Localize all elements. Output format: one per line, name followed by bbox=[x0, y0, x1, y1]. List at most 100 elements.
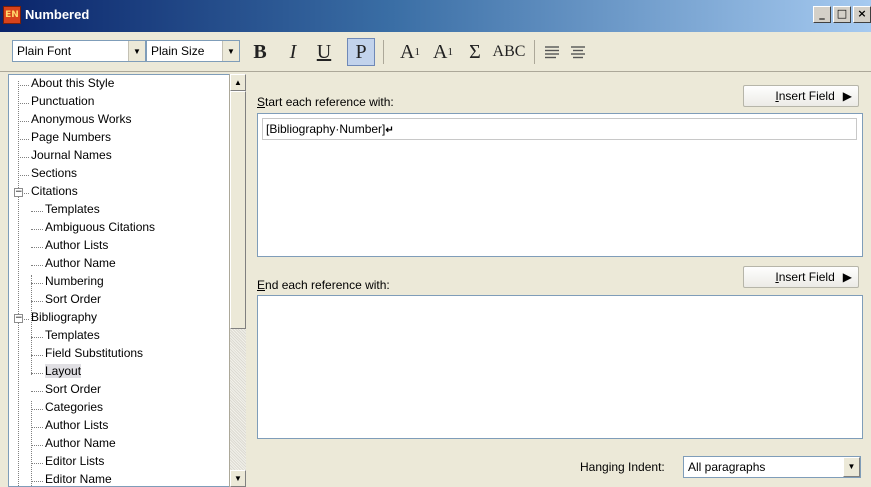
tree-line bbox=[31, 229, 43, 230]
tree-item[interactable]: Editor Name bbox=[45, 472, 112, 486]
tree-line bbox=[18, 81, 19, 486]
formatting-toolbar: Plain Font ▼ Plain Size ▼ B I U P A1 A1 … bbox=[0, 32, 871, 72]
tree-line bbox=[31, 481, 43, 482]
superscript-button[interactable]: A1 bbox=[395, 38, 425, 66]
tree-item[interactable]: Anonymous Works bbox=[31, 112, 131, 130]
tree-item[interactable]: Editor Lists bbox=[45, 454, 104, 472]
font-combo[interactable]: Plain Font ▼ bbox=[12, 40, 146, 62]
tree-item-label: Anonymous Works bbox=[31, 112, 132, 126]
hanging-indent-value: All paragraphs bbox=[688, 460, 766, 474]
bold-button[interactable]: B bbox=[248, 38, 272, 66]
start-reference-label: Start each reference with: bbox=[257, 95, 394, 109]
start-reference-label-accel: S bbox=[257, 95, 266, 109]
tree-item-label: Layout bbox=[45, 364, 82, 378]
tree-item[interactable]: Numbering bbox=[45, 274, 104, 292]
insert-field-text: nsert Field bbox=[778, 270, 835, 284]
chevron-down-icon[interactable]: ▼ bbox=[222, 41, 239, 61]
tree-item[interactable]: Templates bbox=[45, 202, 100, 220]
tree-item[interactable]: Citations bbox=[31, 184, 78, 202]
collapse-icon[interactable]: − bbox=[14, 188, 23, 197]
start-reference-label-text: tart each reference with: bbox=[265, 95, 394, 109]
tree-item[interactable]: Sort Order bbox=[45, 292, 101, 310]
scroll-thumb[interactable] bbox=[230, 91, 246, 329]
tree-line bbox=[18, 175, 29, 176]
align-center-icon bbox=[571, 46, 585, 59]
tree-line bbox=[31, 373, 43, 374]
tree-item[interactable]: Author Name bbox=[45, 436, 116, 454]
title-bar: EN Numbered _ □ × bbox=[0, 0, 871, 32]
smallcaps-button[interactable]: ABC bbox=[491, 38, 527, 66]
hanging-indent-label: Hanging Indent: bbox=[580, 460, 665, 474]
minimize-button[interactable]: _ bbox=[813, 6, 831, 23]
subscript-mark: 1 bbox=[447, 46, 453, 58]
tree-line bbox=[31, 409, 43, 410]
tree-item[interactable]: Ambiguous Citations bbox=[45, 220, 155, 238]
layout-panel: Start each reference with: Insert Field … bbox=[246, 73, 871, 487]
tree-item[interactable]: Author Lists bbox=[45, 418, 108, 436]
start-reference-editor[interactable]: [Bibliography·Number]↵ bbox=[257, 113, 863, 257]
tree-item-label: Citations bbox=[31, 184, 78, 198]
tree-line bbox=[31, 265, 43, 266]
tree-item[interactable]: Author Name bbox=[45, 256, 116, 274]
hanging-indent-select[interactable]: All paragraphs ▼ bbox=[683, 456, 861, 478]
start-reference-field[interactable]: [Bibliography·Number]↵ bbox=[262, 118, 857, 140]
tree-item-label: Sort Order bbox=[45, 382, 102, 396]
tree-item-label: Journal Names bbox=[31, 148, 112, 162]
tree-item[interactable]: Field Substitutions bbox=[45, 346, 143, 364]
tree-line bbox=[31, 301, 43, 302]
tree-item[interactable]: Author Lists bbox=[45, 238, 108, 256]
tree-item[interactable]: Categories bbox=[45, 400, 103, 418]
align-center-button[interactable] bbox=[568, 38, 588, 66]
tree-item-label: Editor Name bbox=[45, 472, 112, 486]
symbol-button[interactable]: Σ bbox=[464, 38, 486, 66]
subscript-button[interactable]: A1 bbox=[428, 38, 458, 66]
tree-line bbox=[18, 139, 29, 140]
tree-item[interactable]: Punctuation bbox=[31, 94, 94, 112]
tree-line bbox=[31, 391, 43, 392]
align-left-button[interactable] bbox=[542, 38, 562, 66]
bibliography-number-field: [Bibliography·Number] bbox=[266, 122, 386, 136]
insert-field-button-start[interactable]: Insert Field ▶ bbox=[743, 85, 859, 107]
plain-button[interactable]: P bbox=[347, 38, 375, 66]
tree-item[interactable]: About this Style bbox=[31, 76, 114, 94]
end-reference-editor[interactable] bbox=[257, 295, 863, 439]
triangle-right-icon: ▶ bbox=[842, 89, 852, 103]
tree-item[interactable]: Sections bbox=[31, 166, 77, 184]
close-button[interactable]: × bbox=[853, 6, 871, 23]
tree-item[interactable]: Templates bbox=[45, 328, 100, 346]
tree-item[interactable]: Bibliography bbox=[31, 310, 97, 328]
tree-line bbox=[31, 355, 43, 356]
italic-button[interactable]: I bbox=[282, 38, 304, 66]
chevron-down-icon[interactable]: ▼ bbox=[843, 457, 860, 477]
align-left-icon bbox=[545, 46, 559, 59]
window-controls: _ □ × bbox=[813, 6, 871, 23]
tree-line bbox=[31, 211, 43, 212]
tree-scrollbar[interactable]: ▲ ▼ bbox=[229, 74, 246, 487]
tree-item-label: Editor Lists bbox=[45, 454, 105, 468]
style-tree[interactable]: About this Style Punctuation Anonymous Wor… bbox=[8, 74, 229, 487]
collapse-icon[interactable]: − bbox=[14, 314, 23, 323]
underline-button[interactable]: U bbox=[313, 38, 335, 66]
tree-line bbox=[31, 337, 43, 338]
toolbar-separator bbox=[534, 40, 535, 64]
tree-line bbox=[18, 121, 29, 122]
tree-item[interactable]: Sort Order bbox=[45, 382, 101, 400]
tree-item-label: Field Substitutions bbox=[45, 346, 144, 360]
size-combo[interactable]: Plain Size ▼ bbox=[146, 40, 240, 62]
scroll-up-icon[interactable]: ▲ bbox=[230, 74, 246, 91]
scroll-down-icon[interactable]: ▼ bbox=[230, 470, 246, 487]
maximize-button[interactable]: □ bbox=[833, 6, 851, 23]
tree-item-label: Sort Order bbox=[45, 292, 102, 306]
tree-item-label: Categories bbox=[45, 400, 104, 414]
tree-item-label: Bibliography bbox=[31, 310, 98, 324]
tree-item[interactable]: Journal Names bbox=[31, 148, 112, 166]
tree-item-label: Author Lists bbox=[45, 238, 109, 252]
triangle-right-icon: ▶ bbox=[842, 270, 852, 284]
tree-item-label: Ambiguous Citations bbox=[45, 220, 156, 234]
font-combo-value: Plain Font bbox=[17, 44, 72, 58]
tree-item[interactable]: Page Numbers bbox=[31, 130, 111, 148]
tree-item-label: Sections bbox=[31, 166, 78, 180]
chevron-down-icon[interactable]: ▼ bbox=[128, 41, 145, 61]
insert-field-button-end[interactable]: Insert Field ▶ bbox=[743, 266, 859, 288]
tree-item[interactable]: Layout bbox=[45, 364, 82, 382]
